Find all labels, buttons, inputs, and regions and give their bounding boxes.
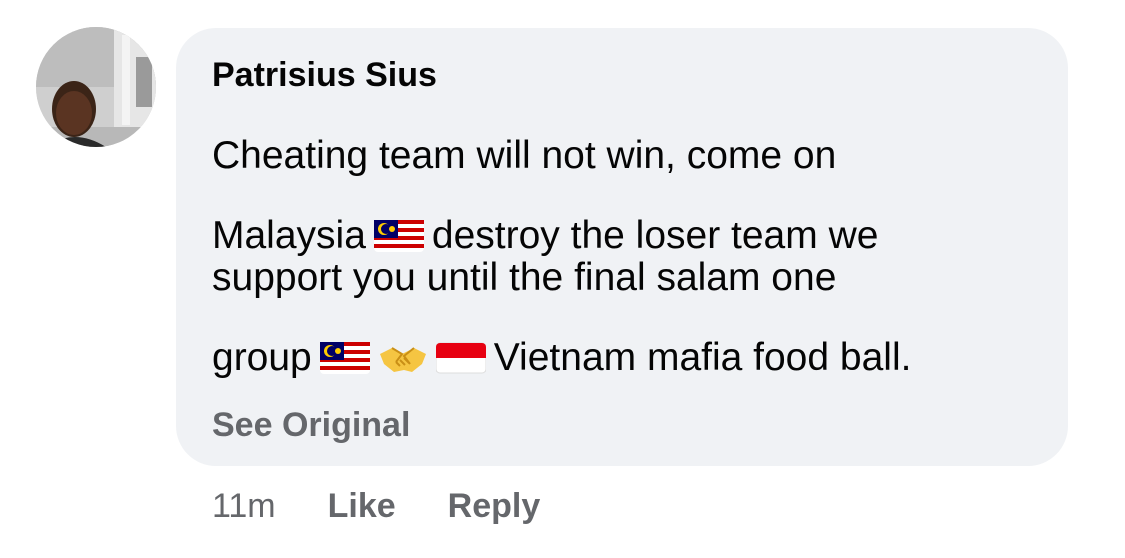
author-name[interactable]: Patrisius Sius	[212, 56, 437, 95]
indonesia-flag-emoji	[435, 340, 486, 376]
like-button[interactable]: Like	[328, 487, 396, 526]
comment-text-segment: Malaysia	[212, 214, 366, 257]
handshake-emoji	[378, 340, 428, 376]
reply-button[interactable]: Reply	[448, 487, 541, 526]
malaysia-flag-emoji	[373, 218, 424, 254]
author-avatar[interactable]	[36, 27, 156, 147]
comment-timestamp[interactable]: 11m	[212, 487, 276, 526]
comment-text-line-4: group Vietnam mafia food ball.	[212, 334, 911, 382]
comment-bubble: Patrisius Sius Cheating team will not wi…	[176, 28, 1068, 466]
comment-actions: 11m Like Reply	[212, 484, 592, 528]
comment-text-segment: Vietnam mafia food ball.	[493, 336, 912, 379]
comment-text-segment: support you until the final salam one	[212, 256, 837, 299]
see-original-link[interactable]: See Original	[212, 406, 410, 445]
comment-text-line-1: Cheating team will not win, come on	[212, 132, 836, 180]
comment-text-segment: Cheating team will not win, come on	[212, 134, 837, 177]
comment-text-segment: group	[212, 336, 312, 379]
malaysia-flag-emoji	[319, 340, 370, 376]
comment-text-segment: destroy the loser team we	[431, 214, 879, 257]
comment-text-line-2: Malaysia destroy the loser team we	[212, 212, 878, 260]
comment-text-line-3: support you until the final salam one	[212, 254, 836, 302]
